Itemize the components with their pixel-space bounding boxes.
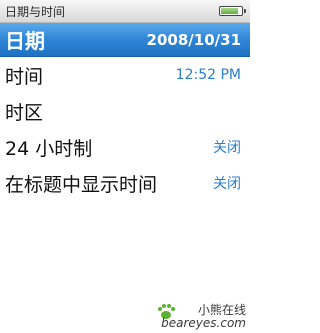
menu-item-value: 2008/10/31 bbox=[146, 30, 241, 49]
watermark-text-en: beareyes.com bbox=[161, 316, 246, 330]
window-title: 日期与时间 bbox=[5, 5, 66, 19]
menu-item-date[interactable]: 日期 2008/10/31 bbox=[0, 23, 250, 57]
battery-icon bbox=[219, 6, 246, 16]
menu-item-24-hour[interactable]: 24 小时制 关闭 bbox=[0, 129, 250, 165]
menu-item-value: 12:52 PM bbox=[175, 67, 241, 83]
menu-item-value: 关闭 bbox=[213, 176, 241, 192]
watermark: 小熊在线 beareyes.com bbox=[161, 304, 246, 330]
battery-tip bbox=[244, 9, 246, 13]
settings-menu: 日期 2008/10/31 时间 12:52 PM 时区 24 小时制 关闭 在… bbox=[0, 23, 250, 201]
menu-item-label: 24 小时制 bbox=[5, 137, 93, 160]
menu-item-show-time-in-title[interactable]: 在标题中显示时间 关闭 bbox=[0, 165, 250, 201]
menu-item-time[interactable]: 时间 12:52 PM bbox=[0, 57, 250, 93]
title-bar: 日期与时间 bbox=[0, 0, 250, 23]
menu-item-timezone[interactable]: 时区 bbox=[0, 93, 250, 129]
battery-fill bbox=[221, 8, 238, 14]
menu-item-label: 时间 bbox=[5, 65, 44, 88]
menu-item-label: 时区 bbox=[5, 101, 44, 124]
menu-item-value: 关闭 bbox=[213, 140, 241, 156]
menu-item-label: 日期 bbox=[5, 29, 45, 53]
menu-item-label: 在标题中显示时间 bbox=[5, 173, 158, 196]
